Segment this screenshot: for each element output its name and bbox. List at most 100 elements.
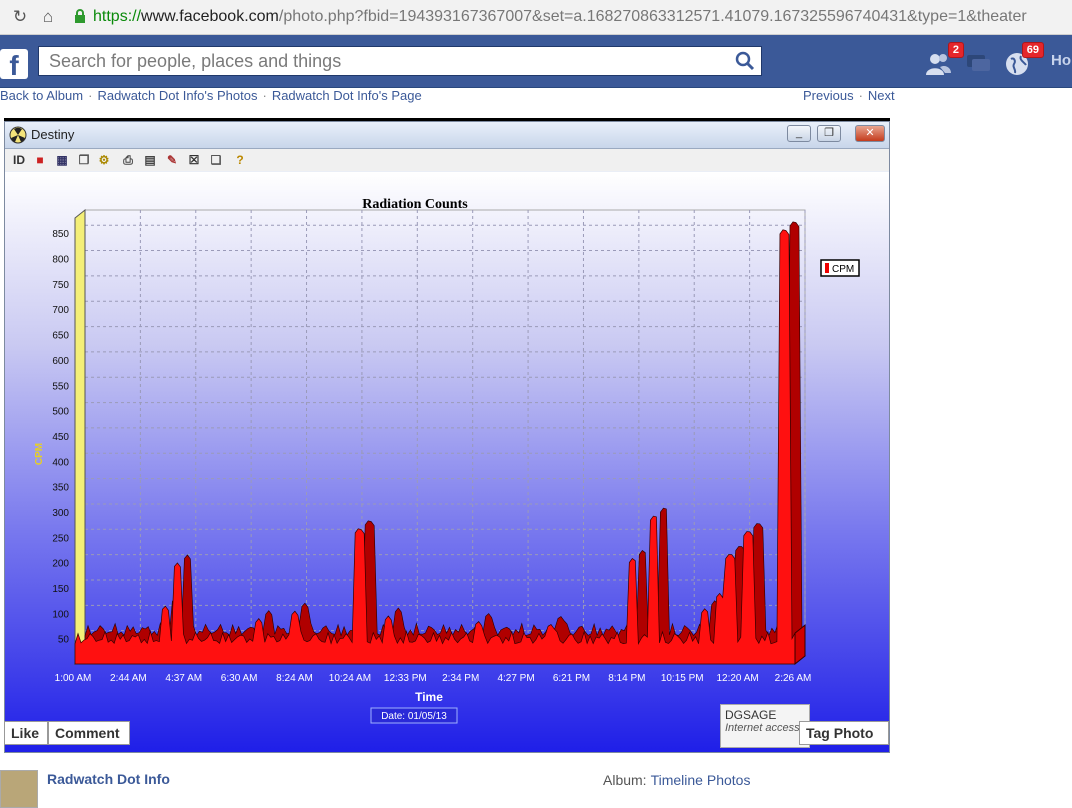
restore-button[interactable]: ❐ [817,125,841,142]
print-icon[interactable]: ⎙ [121,153,135,167]
messages-jewel[interactable] [964,49,992,77]
facebook-logo[interactable]: f [0,49,28,79]
app-title: Destiny [31,127,75,142]
x-tick-label: 4:27 PM [497,673,534,684]
url-host: www.facebook.com [141,8,279,25]
x-tick-label: 6:21 PM [553,673,590,684]
lock-icon [75,9,85,23]
album-label: Album: [603,772,647,788]
x-tick-label: 2:26 AM [775,673,812,684]
y-tick-label: 850 [52,229,69,240]
y-tick-label: 400 [52,457,69,468]
separator: · [262,88,267,103]
legend-swatch [825,263,829,273]
friend-requests-badge: 2 [947,42,964,58]
separator: · [858,88,863,103]
dgsage-widget: DGSAGE Internet access [720,704,810,748]
album-info: Album: Timeline Photos [603,772,750,788]
minimize-button[interactable]: _ [787,125,811,142]
radiation-chart: Radiation Counts CPM Time CPM 50 100 150 20… [5,172,889,752]
y-tick-label: 500 [52,407,69,418]
search-icon[interactable] [735,51,755,71]
y-axis-wall [74,208,86,666]
x-tick-label: 4:37 AM [165,673,202,684]
notifications-jewel[interactable]: 69 [1004,42,1044,77]
grid-icon[interactable]: ▦ [55,153,69,167]
export-icon[interactable]: ❏ [209,153,223,167]
y-tick-label: 750 [52,280,69,291]
x-tick-label: 1:00 AM [55,673,92,684]
breadcrumb: Back to Album · Radwatch Dot Info's Photos… [0,88,422,103]
x-axis-label: Time [415,690,443,704]
help-icon[interactable]: ? [233,153,247,167]
close-button[interactable]: ✕ [855,125,885,142]
y-tick-label: 50 [58,635,70,646]
reload-icon[interactable]: ↻ [10,7,30,27]
comment-button[interactable]: Comment [48,721,130,745]
back-to-album-link[interactable]: Back to Album [0,88,83,103]
copy-icon[interactable]: ❐ [77,153,91,167]
y-tick-label: 100 [52,609,69,620]
notifications-badge: 69 [1021,42,1044,58]
page-name-link[interactable]: Radwatch Dot Info [47,771,170,787]
legend: CPM [820,259,860,277]
plot-area [73,208,807,666]
screenshot-app-window: Destiny _ ❐ ✕ ID ■ ▦ ❐ ⚙ ⎙ ▤ ✎ ☒ ❏ ? Rad… [4,121,890,753]
separator: · [88,88,93,103]
facebook-header: f 2 69 Ho [0,35,1072,88]
like-button[interactable]: Like [4,721,48,745]
app-titlebar: Destiny _ ❐ ✕ [5,122,889,149]
y-tick-label: 250 [52,533,69,544]
y-tick-label: 300 [52,508,69,519]
home-link[interactable]: Ho [1051,52,1071,69]
y-tick-label: 200 [52,559,69,570]
car-icon[interactable]: ■ [33,153,47,167]
clear-icon[interactable]: ☒ [187,153,201,167]
x-tick-label: 8:24 AM [276,673,313,684]
x-tick-label: 2:44 AM [110,673,147,684]
photo-pager: Previous · Next [803,88,895,103]
album-link[interactable]: Timeline Photos [651,772,751,788]
dgsage-title: DGSAGE [725,708,777,722]
photos-link[interactable]: Radwatch Dot Info's Photos [97,88,257,103]
legend-label: CPM [832,264,854,275]
date-box: Date: 01/05/13 [370,707,458,724]
page-link[interactable]: Radwatch Dot Info's Page [272,88,422,103]
messages-icon [967,55,990,71]
x-tick-label: 12:33 PM [384,673,427,684]
y-tick-label: 650 [52,331,69,342]
y-tick-label: 800 [52,255,69,266]
toolbar-id-button[interactable]: ID [11,153,27,167]
edit-icon[interactable]: ✎ [165,153,179,167]
settings-icon[interactable]: ⚙ [97,153,111,167]
url-path: /photo.php?fbid=194393167367007&set=a.16… [278,8,1027,25]
y-tick-label: 700 [52,305,69,316]
x-tick-label: 12:20 AM [716,673,758,684]
y-axis-label: CPM [34,443,45,465]
y-tick-label: 350 [52,483,69,494]
browser-address-bar: ↻ ⌂ https://www.facebook.com/photo.php?f… [0,0,1072,35]
friend-requests-jewel[interactable]: 2 [924,42,964,77]
back-wall [84,209,806,657]
dgsage-status: Internet access [725,722,800,734]
x-tick-label: 10:24 AM [329,673,371,684]
photo-viewer[interactable]: Destiny _ ❐ ✕ ID ■ ▦ ❐ ⚙ ⎙ ▤ ✎ ☒ ❏ ? Rad… [4,118,890,753]
x-tick-label: 8:14 PM [608,673,645,684]
avatar[interactable] [0,770,38,808]
previous-link[interactable]: Previous [803,88,854,103]
url-field[interactable]: https://www.facebook.com/photo.php?fbid=… [93,8,1027,26]
next-link[interactable]: Next [868,88,895,103]
url-scheme: https:// [93,8,142,25]
search-input[interactable] [47,47,731,75]
home-icon[interactable]: ⌂ [38,7,58,27]
cpm-series-back [84,221,806,657]
x-ticks: 1:00 AM 2:44 AM 4:37 AM 6:30 AM 8:24 AM 10:24… [55,673,812,684]
y-tick-label: 150 [52,584,69,595]
x-tick-label: 10:15 PM [661,673,704,684]
x-tick-label: 6:30 AM [221,673,258,684]
y-tick-label: 600 [52,356,69,367]
y-tick-label: 550 [52,381,69,392]
tag-photo-button[interactable]: Tag Photo [799,721,889,745]
chart-icon[interactable]: ▤ [143,153,157,167]
app-toolbar: ID ■ ▦ ❐ ⚙ ⎙ ▤ ✎ ☒ ❏ ? [5,149,889,171]
